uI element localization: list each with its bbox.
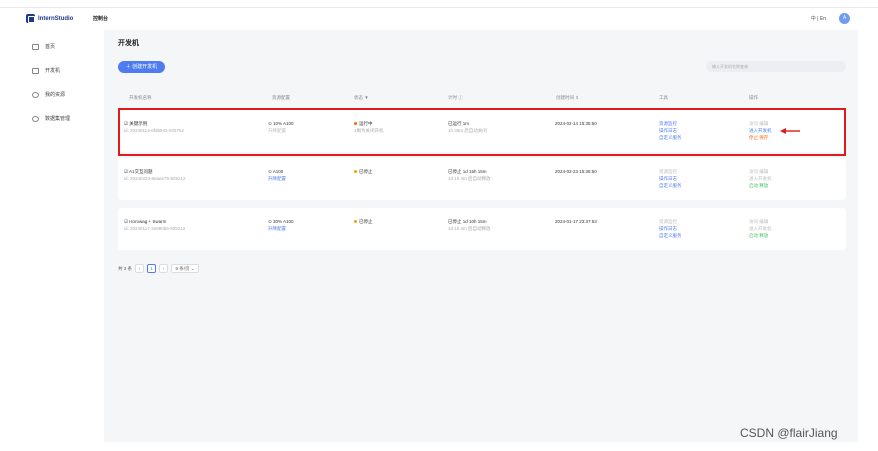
header-tools: 工具 bbox=[659, 95, 668, 100]
sidebar-item-datasets[interactable]: 数据集管理 bbox=[32, 115, 70, 122]
sidebar: 首页 开发机 我的资源 数据集管理 bbox=[0, 30, 103, 451]
start-release-links[interactable]: 启动 释放 bbox=[749, 232, 772, 239]
table-row: ☑ A1交互问题 id: 20240223-8eaee75-925212 ⊙ A… bbox=[118, 158, 846, 200]
created-time: 2024-01-17 23:37:53 bbox=[555, 219, 597, 224]
top-bar: InternStudio 控制台 中 | En A bbox=[0, 0, 878, 30]
visit-edit-links[interactable]: 访问 编辑 bbox=[749, 218, 772, 225]
status-text: 已停止 bbox=[359, 219, 373, 224]
status-badge: 已停止 bbox=[354, 218, 373, 225]
custom-service-link[interactable]: 自定义服务 bbox=[659, 182, 682, 189]
pagination: 共 3 条 ‹ 1 › 5 条/页 ⌄ bbox=[118, 264, 200, 273]
devmachine-id: id: 20240117-2e890b5-925212 bbox=[124, 226, 186, 231]
resource-spec: ⊙ A100 bbox=[268, 169, 284, 174]
status-dot bbox=[354, 220, 357, 224]
custom-service-link[interactable]: 自定义服务 bbox=[659, 232, 682, 239]
timer-sub: 1d 1h 4m 后自动释放 bbox=[448, 176, 491, 181]
status-text: 已停止 bbox=[359, 169, 373, 174]
operation-log-link[interactable]: 操作日志 bbox=[659, 225, 682, 232]
header-created[interactable]: 创建时间 ⇕ bbox=[556, 95, 579, 101]
avatar[interactable]: A bbox=[839, 13, 850, 24]
status-dot bbox=[354, 170, 357, 174]
page-size-select[interactable]: 5 条/页 ⌄ bbox=[171, 264, 200, 273]
resize-link[interactable]: 升降配置 bbox=[268, 225, 294, 232]
header-timer: 计时 ⓘ bbox=[448, 95, 463, 100]
resource-monitor-link[interactable]: 资源监控 bbox=[659, 168, 682, 175]
sidebar-item-label: 开发机 bbox=[45, 68, 61, 74]
timer-sub: 1d 1h 4m 后自动释放 bbox=[448, 226, 491, 231]
created-time: 2024-02-23 15:36:50 bbox=[555, 169, 597, 174]
top-divider bbox=[0, 7, 878, 8]
resource-monitor-link[interactable]: 资源监控 bbox=[659, 218, 682, 225]
resize-link[interactable]: 升降配置 bbox=[268, 175, 286, 182]
prev-page-button[interactable]: ‹ bbox=[135, 264, 145, 273]
main-panel: 开发机 ＋ 创建开发机 输入开发机名称查询 开发机名称 资源配置 状态 ▼ 计时… bbox=[104, 30, 858, 442]
enter-devmachine-link[interactable]: 进入开发机 bbox=[749, 175, 772, 182]
home-icon bbox=[32, 43, 39, 50]
page-title: 开发机 bbox=[118, 40, 139, 47]
database-icon bbox=[32, 115, 39, 122]
resource-spec: ⊙ 30% A100 bbox=[268, 219, 294, 224]
search-input[interactable]: 输入开发机名称查询 bbox=[706, 61, 846, 72]
total-count: 共 3 条 bbox=[118, 265, 133, 271]
sidebar-item-label: 我的资源 bbox=[45, 92, 66, 98]
devmachine-id: id: 20240223-8eaee75-925212 bbox=[124, 176, 186, 181]
sidebar-item-label: 首页 bbox=[45, 44, 56, 50]
next-page-button[interactable]: › bbox=[159, 264, 169, 273]
header-ops: 操作 bbox=[749, 95, 758, 100]
monitor-icon bbox=[32, 67, 39, 74]
logo-icon bbox=[26, 14, 35, 23]
header-status[interactable]: 状态 ▼ bbox=[354, 95, 369, 101]
table-row: ☑ Horowag + Swarm id: 20240117-2e890b5-9… bbox=[118, 208, 846, 250]
status-badge: 已停止 bbox=[354, 168, 373, 175]
sidebar-item-home[interactable]: 首页 bbox=[32, 43, 55, 50]
sidebar-item-resources[interactable]: 我的资源 bbox=[32, 91, 65, 98]
sidebar-item-label: 数据集管理 bbox=[45, 116, 71, 122]
page-number[interactable]: 1 bbox=[147, 264, 157, 273]
operation-log-link[interactable]: 操作日志 bbox=[659, 175, 682, 182]
devmachine-name[interactable]: ☑ A1交互问题 bbox=[124, 168, 186, 175]
header-resource: 资源配置 bbox=[272, 95, 290, 100]
highlight-box bbox=[118, 108, 846, 156]
cloud-icon bbox=[32, 91, 39, 98]
console-link[interactable]: 控制台 bbox=[93, 15, 108, 22]
arrow-annotation-icon bbox=[780, 128, 800, 134]
visit-edit-links[interactable]: 访问 编辑 bbox=[749, 168, 772, 175]
devmachine-name[interactable]: ☑ Horowag + Swarm bbox=[124, 218, 185, 225]
logo[interactable]: InternStudio bbox=[26, 14, 73, 23]
language-switch[interactable]: 中 | En bbox=[811, 15, 826, 22]
header-name: 开发机名称 bbox=[129, 95, 152, 100]
create-devmachine-button[interactable]: ＋ 创建开发机 bbox=[118, 61, 165, 73]
watermark: CSDN @flairJiang bbox=[740, 426, 838, 440]
sidebar-item-devmachine[interactable]: 开发机 bbox=[32, 67, 60, 74]
timer-text: 已停止 1d 15h 15m bbox=[448, 169, 487, 174]
logo-text: InternStudio bbox=[38, 15, 74, 22]
timer-text: 已停止 1d 10h 15m bbox=[448, 219, 487, 224]
enter-devmachine-link[interactable]: 进入开发机 bbox=[749, 225, 772, 232]
start-release-links[interactable]: 启动 释放 bbox=[749, 182, 772, 189]
